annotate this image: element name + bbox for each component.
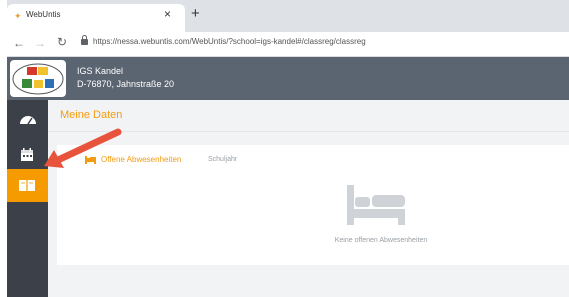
lock-icon[interactable]	[81, 35, 88, 45]
empty-state-text: Keine offenen Abwesenheiten	[334, 237, 428, 244]
back-arrow-icon[interactable]: ←	[13, 37, 25, 49]
tab-close-icon[interactable]: ×	[164, 8, 171, 20]
forward-arrow-icon[interactable]: →	[34, 37, 46, 49]
card-subtitle[interactable]: Schuljahr	[208, 156, 237, 163]
tab-title: WebUntis	[26, 10, 61, 19]
school-logo-icon	[12, 63, 64, 95]
new-tab-icon[interactable]: +	[191, 6, 200, 21]
annotation-arrow-icon	[44, 128, 122, 168]
page-title: Meine Daten	[60, 109, 123, 121]
app-header: IGS Kandel D-76870, Jahnstraße 20	[7, 57, 569, 100]
classreg-book-icon	[19, 180, 35, 191]
webuntis-favicon-icon: ✦	[14, 11, 22, 21]
school-address: D-76870, Jahnstraße 20	[77, 79, 175, 89]
sidebar-item-classreg[interactable]	[7, 169, 48, 202]
empty-state-bed-icon	[347, 185, 405, 225]
browser-tab[interactable]: ✦ WebUntis ×	[7, 4, 185, 32]
school-logo[interactable]	[10, 60, 66, 97]
address-bar: ← → ↻ https://nessa.webuntis.com/WebUnti…	[7, 32, 569, 57]
url-field[interactable]: https://nessa.webuntis.com/WebUntis/?sch…	[93, 37, 366, 46]
browser-tab-bar: ✦ WebUntis × +	[7, 0, 569, 32]
absences-card: Offene Abwesenheiten Schuljahr Keine off…	[57, 145, 569, 265]
reload-icon[interactable]: ↻	[57, 36, 67, 48]
school-name: IGS Kandel	[77, 66, 124, 76]
